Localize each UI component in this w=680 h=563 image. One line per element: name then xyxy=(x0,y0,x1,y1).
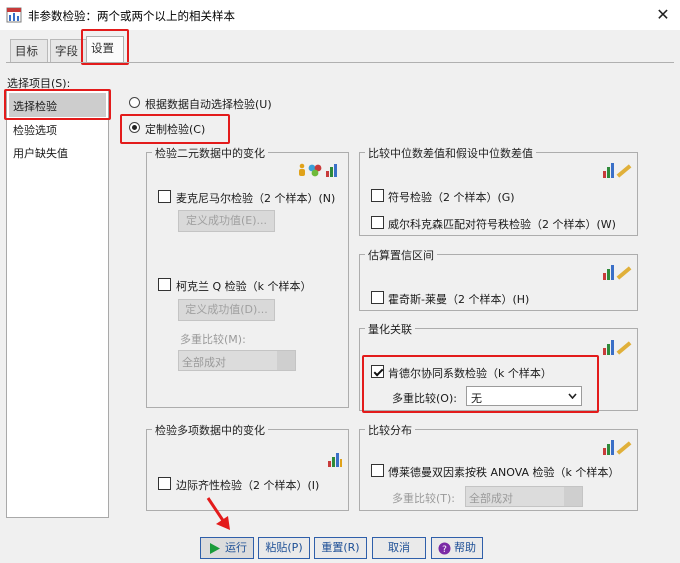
cancel-button[interactable]: 取消 xyxy=(372,537,426,559)
run-button[interactable]: 运行 xyxy=(200,537,254,559)
bar-chart-icon xyxy=(328,453,342,467)
cochran-label: 柯克兰 Q 检验（k 个样本） xyxy=(176,280,312,293)
window-title: 非参数检验：两个或两个以上的相关样本 xyxy=(28,9,235,23)
define-success-button-1[interactable]: 定义成功值(E)... xyxy=(178,210,275,232)
bar-chart-ruler-icon xyxy=(603,440,632,455)
run-label: 运行 xyxy=(225,541,247,554)
help-label: 帮助 xyxy=(454,541,476,554)
cochran-checkbox[interactable] xyxy=(158,278,171,291)
bar-chart-ruler-icon xyxy=(603,163,632,178)
dropdown-arrow-area xyxy=(564,487,582,506)
median-difference-title: 比较中位数差值和假设中位数差值 xyxy=(365,145,536,161)
bar-chart-ruler-icon xyxy=(603,340,632,355)
title-bar: 非参数检验：两个或两个以上的相关样本 ✕ xyxy=(0,0,680,30)
red-arrow-annotation xyxy=(206,497,230,530)
highlight-kendall xyxy=(362,355,599,413)
svg-text:?: ? xyxy=(442,545,447,555)
define-success-button-2[interactable]: 定义成功值(D)... xyxy=(178,299,275,321)
play-icon xyxy=(210,543,220,554)
auto-test-radio[interactable] xyxy=(129,97,140,108)
select-items-list[interactable]: 选择检验 检验选项 用户缺失值 xyxy=(6,90,109,518)
auto-test-label: 根据数据自动选择检验(U) xyxy=(145,98,272,111)
wilcoxon-label: 威尔科克森匹配对符号秩检验（2 个样本）(W) xyxy=(388,218,616,231)
sign-test-checkbox[interactable] xyxy=(371,189,384,202)
multinomial-changes-title: 检验多项数据中的变化 xyxy=(152,422,268,438)
dropdown-arrow-area xyxy=(277,351,295,370)
friedman-multiple-value: 全部成对 xyxy=(469,492,513,505)
mcnemar-label: 麦克尼马尔检验（2 个样本）(N) xyxy=(176,192,336,205)
multinomial-changes-group xyxy=(146,429,349,511)
paste-button[interactable]: 粘贴(P) xyxy=(258,537,310,559)
marginal-homogeneity-label: 边际齐性检验（2 个样本）(I) xyxy=(176,479,320,492)
distribution-title: 比较分布 xyxy=(365,422,415,438)
close-button[interactable]: ✕ xyxy=(652,4,674,26)
measurement-level-icon xyxy=(299,163,337,177)
highlight-tab-settings xyxy=(81,29,129,65)
confidence-interval-title: 估算置信区间 xyxy=(365,247,437,263)
tab-divider xyxy=(6,62,674,63)
friedman-label: 傅莱德曼双因素按秩 ANOVA 检验（k 个样本） xyxy=(388,466,620,479)
hodges-lehmann-checkbox[interactable] xyxy=(371,291,384,304)
help-button[interactable]: ? 帮助 xyxy=(431,537,483,559)
friedman-checkbox[interactable] xyxy=(371,464,384,477)
reset-button[interactable]: 重置(R) xyxy=(314,537,367,559)
spss-app-icon xyxy=(6,7,22,23)
help-icon: ? xyxy=(438,542,451,555)
marginal-homogeneity-checkbox[interactable] xyxy=(158,477,171,490)
friedman-multiple-label: 多重比较(T): xyxy=(392,492,456,505)
cochran-multiple-label: 多重比较(M): xyxy=(180,333,246,346)
association-title: 量化关联 xyxy=(365,321,415,337)
highlight-choose-test xyxy=(4,89,111,120)
binary-changes-title: 检验二元数据中的变化 xyxy=(152,145,268,161)
tab-target[interactable]: 目标 xyxy=(10,39,48,63)
list-item-test-options[interactable]: 检验选项 xyxy=(13,122,57,138)
mcnemar-checkbox[interactable] xyxy=(158,190,171,203)
bar-chart-ruler-icon xyxy=(603,265,632,280)
cochran-multiple-select[interactable]: 全部成对 xyxy=(178,350,296,371)
hodges-lehmann-label: 霍奇斯-莱曼（2 个样本）(H) xyxy=(388,293,530,306)
list-item-user-missing[interactable]: 用户缺失值 xyxy=(13,145,68,161)
friedman-multiple-select[interactable]: 全部成对 xyxy=(465,486,583,507)
highlight-custom-test xyxy=(120,114,230,144)
wilcoxon-checkbox[interactable] xyxy=(371,216,384,229)
sign-test-label: 符号检验（2 个样本）(G) xyxy=(388,191,515,204)
cochran-multiple-value: 全部成对 xyxy=(182,356,226,369)
